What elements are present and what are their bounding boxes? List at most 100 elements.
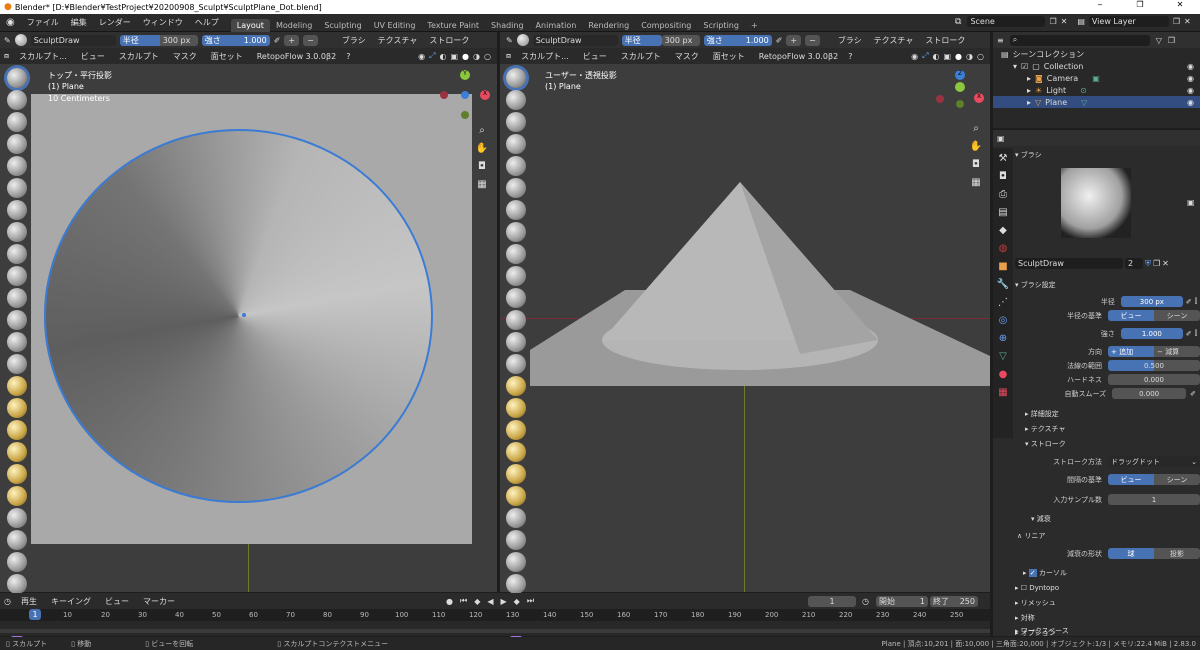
close-button[interactable]: ✕ [1160, 0, 1200, 9]
falloff-panel-header[interactable]: ▾ 減衰 [1031, 512, 1051, 526]
tool-smooth-icon[interactable] [7, 266, 27, 286]
keying-menu[interactable]: キーイング [47, 596, 95, 607]
tool-rotate-icon[interactable] [506, 530, 526, 550]
symmetry-panel-header[interactable]: ▸ 対称 [1015, 611, 1035, 625]
pressure-icon[interactable]: ✐ [1190, 390, 1196, 398]
navigation-gizmo[interactable]: Y X [440, 70, 490, 120]
face-set-menu[interactable]: 面セット [709, 51, 749, 62]
new-view-layer-icon[interactable]: ❐ [1173, 17, 1180, 26]
tool-elastic-icon[interactable] [506, 420, 526, 440]
tool-flatten-icon[interactable] [506, 288, 526, 308]
retopoflow-menu[interactable]: RetopoFlow 3.0.0β2 [253, 52, 340, 61]
checkbox-icon[interactable]: ☑ [1021, 62, 1028, 71]
pressure-icon[interactable]: ✐ [274, 36, 281, 45]
tool-clay-icon[interactable] [7, 112, 27, 132]
maximize-button[interactable]: ❐ [1120, 0, 1160, 9]
workspace-panel-header[interactable]: ▸ ワークスペース [1015, 624, 1069, 638]
playback-menu[interactable]: 再生 [17, 596, 41, 607]
y-axis-icon[interactable] [955, 82, 965, 92]
expand-arrow-icon[interactable]: ▸ [1027, 98, 1031, 107]
editor-type-icon[interactable]: ⧈ [4, 51, 9, 61]
viewport-left[interactable]: トップ・平行投影 (1) Plane 10 Centimeters Y X ⌕ … [0, 64, 497, 592]
neg-x-axis-icon[interactable] [440, 91, 448, 99]
outliner-item-light[interactable]: Light [1046, 86, 1066, 95]
jump-end-icon[interactable]: ⏭ [527, 596, 534, 606]
autosmooth-field[interactable]: 0.000 [1112, 388, 1187, 399]
constraints-tab-icon[interactable]: ⊕ [996, 332, 1010, 346]
clock-icon[interactable]: ◷ [4, 597, 11, 606]
add-workspace-button[interactable]: + [745, 19, 764, 32]
play-reverse-icon[interactable]: ◀ [487, 597, 493, 606]
add-button[interactable]: + [284, 34, 300, 46]
z-axis-icon[interactable]: Z [955, 70, 965, 80]
menu-help[interactable]: ヘルプ [189, 17, 225, 28]
hardness-field[interactable]: 0.000 [1108, 374, 1200, 385]
physics-tab-icon[interactable]: ◎ [996, 314, 1010, 328]
tool-pose-icon[interactable] [506, 486, 526, 506]
outliner-editor-icon[interactable]: ≡ [997, 36, 1004, 45]
tool-tab-icon[interactable]: ⚒ [996, 152, 1010, 166]
falloff-type-dropdown[interactable]: ∧ リニア [1017, 529, 1045, 543]
radius-field[interactable]: 300 px [661, 34, 700, 46]
sculpt-menu[interactable]: スカルプト [617, 51, 665, 62]
x-axis-icon[interactable]: X [480, 90, 490, 100]
outliner-item-plane[interactable]: Plane [1045, 98, 1067, 107]
view-menu[interactable]: ビュー [579, 51, 611, 62]
tool-icon[interactable]: ✎ [506, 36, 513, 45]
unified-icon[interactable]: ⫿ [1195, 297, 1197, 306]
ortho-grid-icon[interactable]: ▦ [475, 178, 489, 192]
expand-arrow-icon[interactable]: ▸ [1027, 74, 1031, 83]
camera-view-icon[interactable]: ◘ [475, 160, 489, 174]
face-set-menu[interactable]: 面セット [207, 51, 247, 62]
prev-keyframe-icon[interactable]: ◆ [474, 597, 480, 606]
menu-file[interactable]: ファイル [21, 17, 65, 28]
tool-nudge-icon[interactable] [506, 508, 526, 528]
brush-dropdown[interactable]: ブラシ [834, 35, 866, 46]
tool-pinch-icon[interactable] [506, 376, 526, 396]
tool-clay-thumb-icon[interactable] [7, 156, 27, 176]
tab-shading[interactable]: Shading [485, 19, 530, 32]
tool-clay-strips-icon[interactable] [506, 134, 526, 154]
subtract-button[interactable]: − [303, 34, 318, 46]
eye-icon[interactable]: ◉ [1187, 98, 1194, 107]
editor-type-icon[interactable]: ⧈ [506, 51, 511, 61]
remesh-panel-header[interactable]: ▸ リメッシュ [1015, 596, 1056, 610]
brush-name-field[interactable]: SculptDraw [532, 34, 618, 46]
tool-crease-icon[interactable] [7, 244, 27, 264]
pressure-icon[interactable]: ✐ [1186, 330, 1192, 338]
tool-slide-relax-icon[interactable] [7, 552, 27, 572]
brush-name-field[interactable]: SculptDraw [30, 34, 116, 46]
jump-start-icon[interactable]: ⏮ [460, 596, 467, 606]
tab-rendering[interactable]: Rendering [582, 19, 635, 32]
blender-menu-icon[interactable]: ◉ [0, 17, 21, 28]
remove-scene-icon[interactable]: ✕ [1061, 17, 1068, 26]
current-frame-field[interactable]: 1 [808, 595, 856, 607]
tool-layer-icon[interactable] [7, 178, 27, 198]
falloff-projected-button[interactable]: 投影 [1154, 548, 1200, 559]
tab-texture-paint[interactable]: Texture Paint [421, 19, 485, 32]
tool-simplify-icon[interactable] [7, 574, 27, 594]
gizmo-icon[interactable]: ⤢ [922, 51, 928, 61]
tab-layout[interactable]: Layout [230, 18, 270, 32]
radius-field[interactable]: 300 px [159, 34, 198, 46]
tool-elastic-icon[interactable] [7, 420, 27, 440]
tool-blob-icon[interactable] [7, 222, 27, 242]
tool-inflate-icon[interactable] [506, 200, 526, 220]
spacing-scene-button[interactable]: シーン [1154, 474, 1200, 485]
filter-icon[interactable]: ▽ [1156, 36, 1162, 45]
expand-arrow-icon[interactable]: ▾ [1013, 62, 1017, 71]
help-icon[interactable]: ? [346, 52, 350, 61]
tool-clay-thumb-icon[interactable] [506, 156, 526, 176]
menu-edit[interactable]: 編集 [65, 17, 93, 28]
play-icon[interactable]: ▶ [501, 597, 507, 606]
overlay-icon[interactable]: ◐ [933, 52, 940, 61]
scene-tab-icon[interactable]: ◆ [996, 224, 1010, 238]
eye-icon[interactable]: ◉ [1187, 62, 1194, 71]
unified-icon[interactable]: ⫿ [1195, 329, 1197, 338]
mask-menu[interactable]: マスク [671, 51, 703, 62]
tab-uv-editing[interactable]: UV Editing [368, 19, 422, 32]
tool-fill-icon[interactable] [7, 310, 27, 330]
view-layer-tab-icon[interactable]: ▤ [996, 206, 1010, 220]
tool-grab-icon[interactable] [506, 398, 526, 418]
scene-selector[interactable]: Scene [967, 16, 1046, 27]
